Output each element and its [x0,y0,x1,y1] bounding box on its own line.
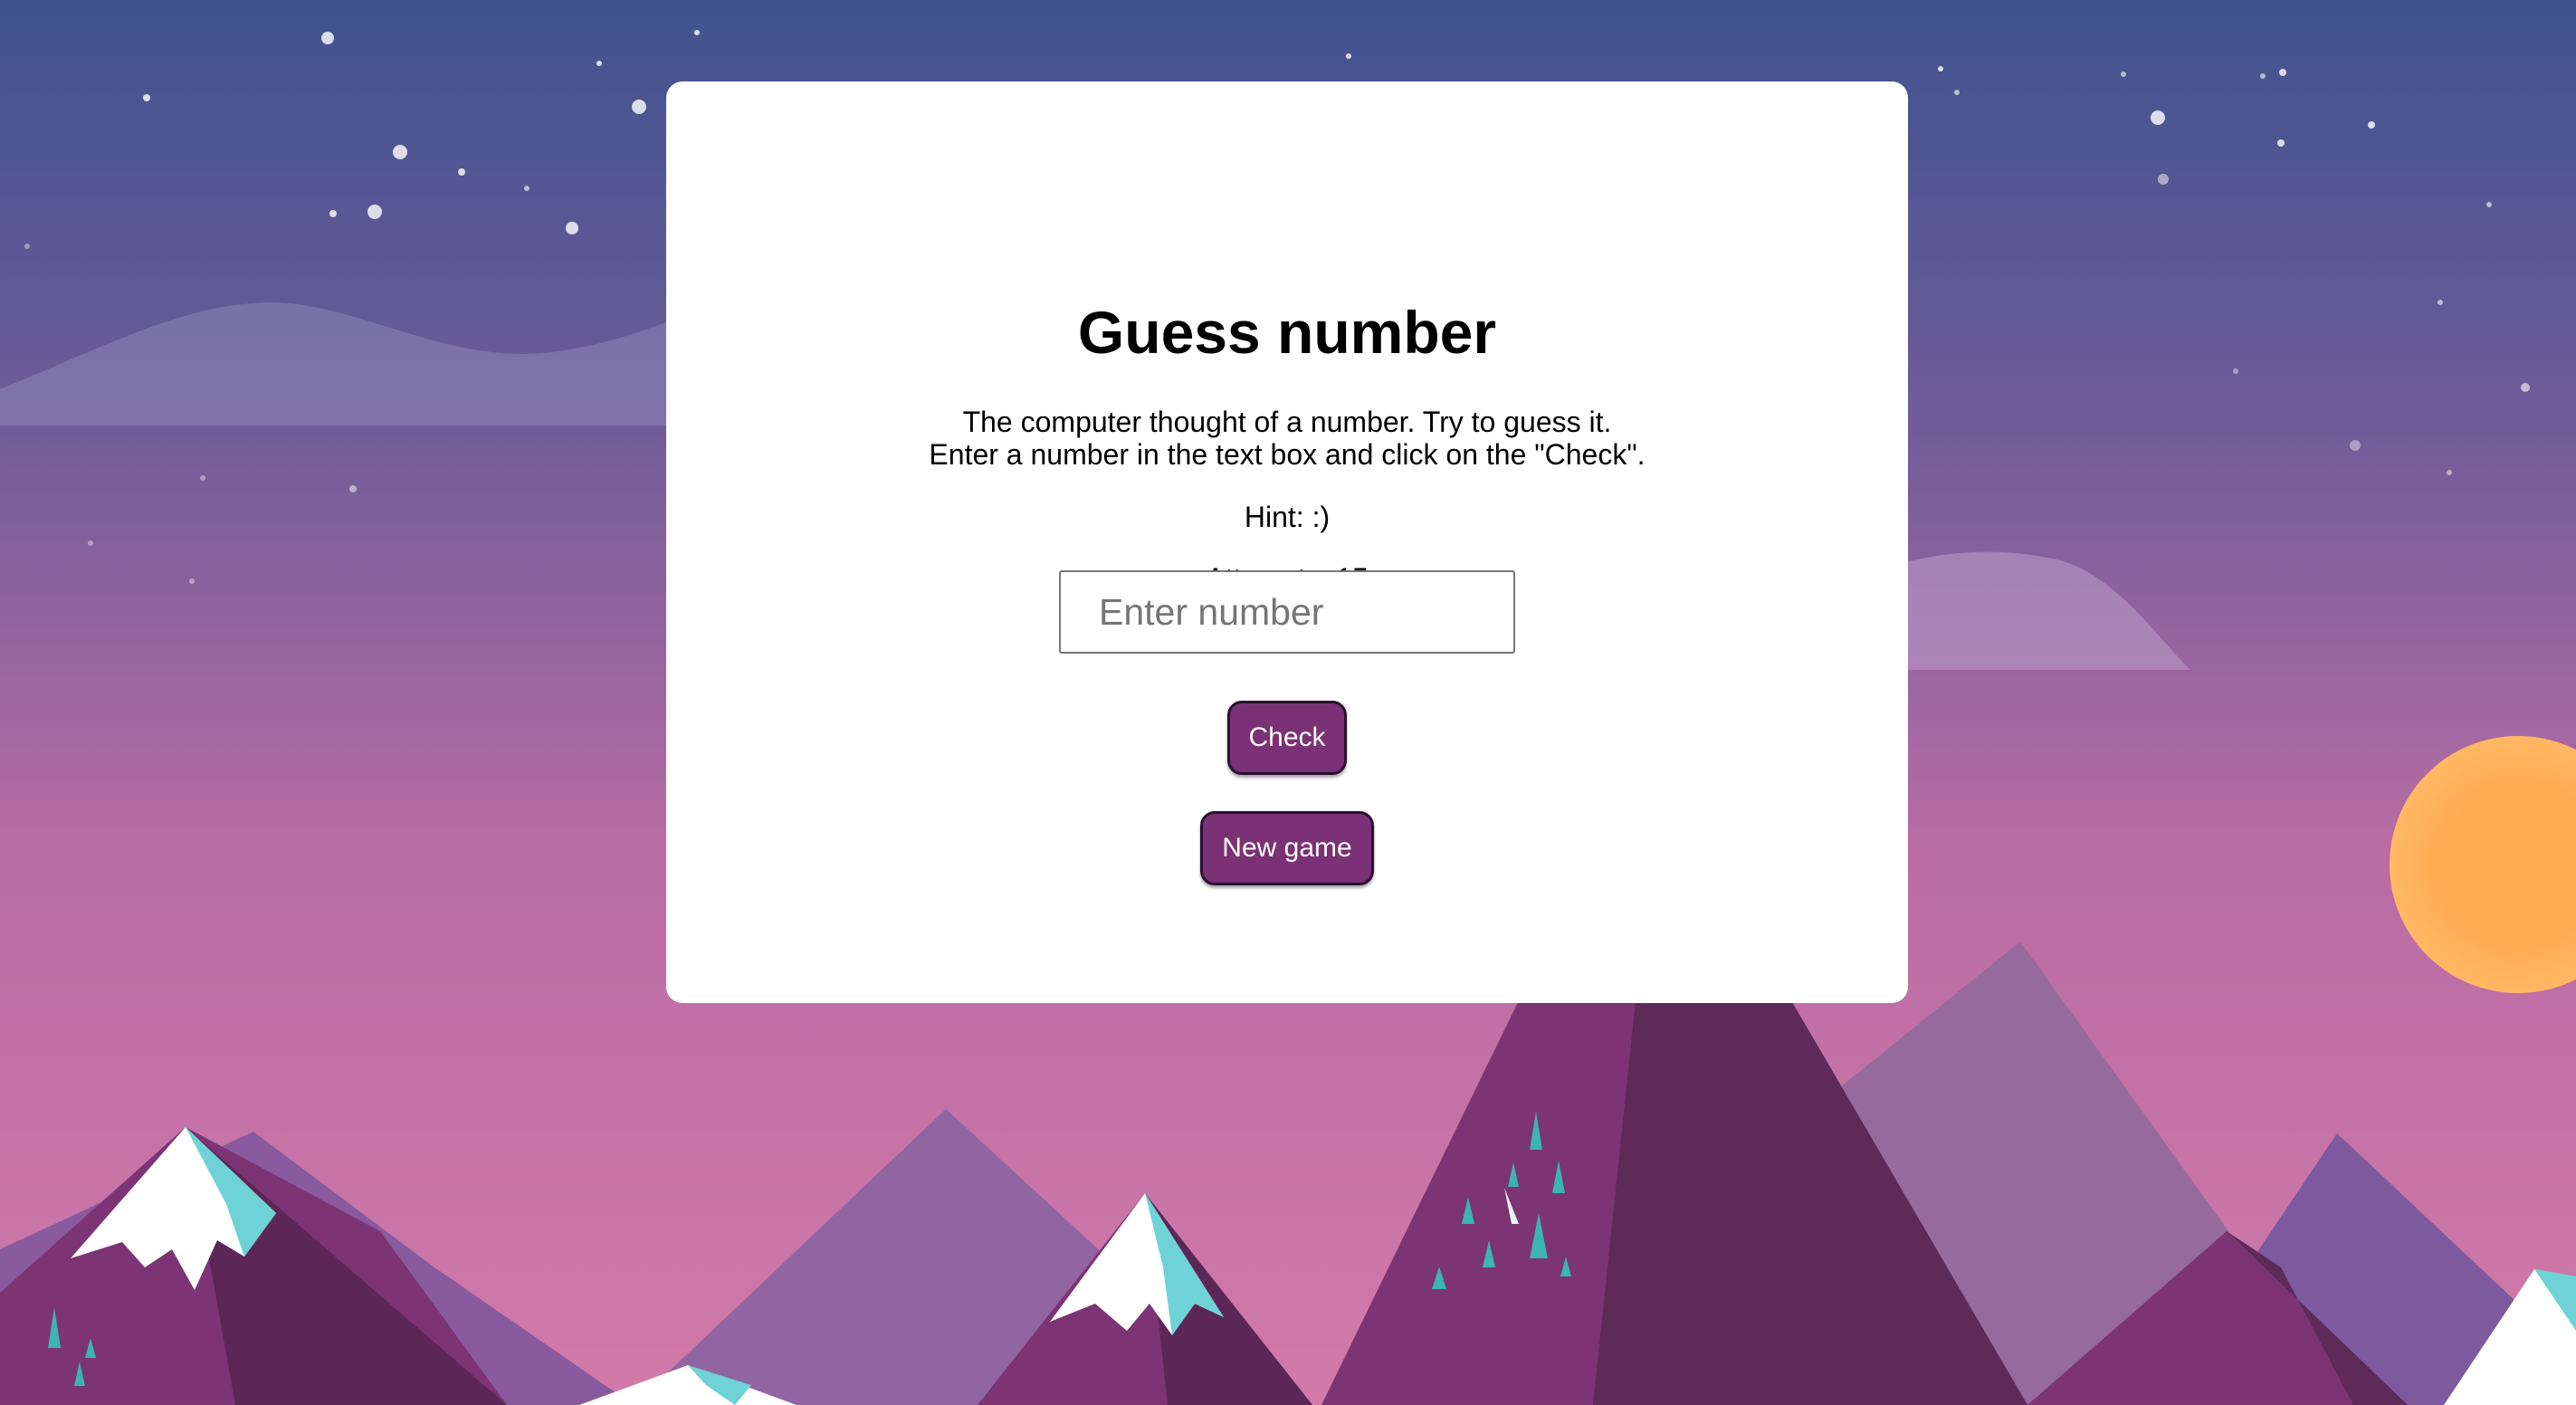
number-input[interactable] [1059,570,1515,654]
description-line-2: Enter a number in the text box and click… [929,438,1646,471]
new-game-button[interactable]: New game [1200,811,1374,885]
check-button[interactable]: Check [1227,701,1347,775]
game-card: Guess number The computer thought of a n… [666,81,1908,1003]
game-description: The computer thought of a number. Try to… [666,406,1908,471]
page-title: Guess number [1077,299,1497,366]
description-line-1: The computer thought of a number. Try to… [962,406,1612,438]
hint-text: Hint: :) [1244,501,1331,533]
